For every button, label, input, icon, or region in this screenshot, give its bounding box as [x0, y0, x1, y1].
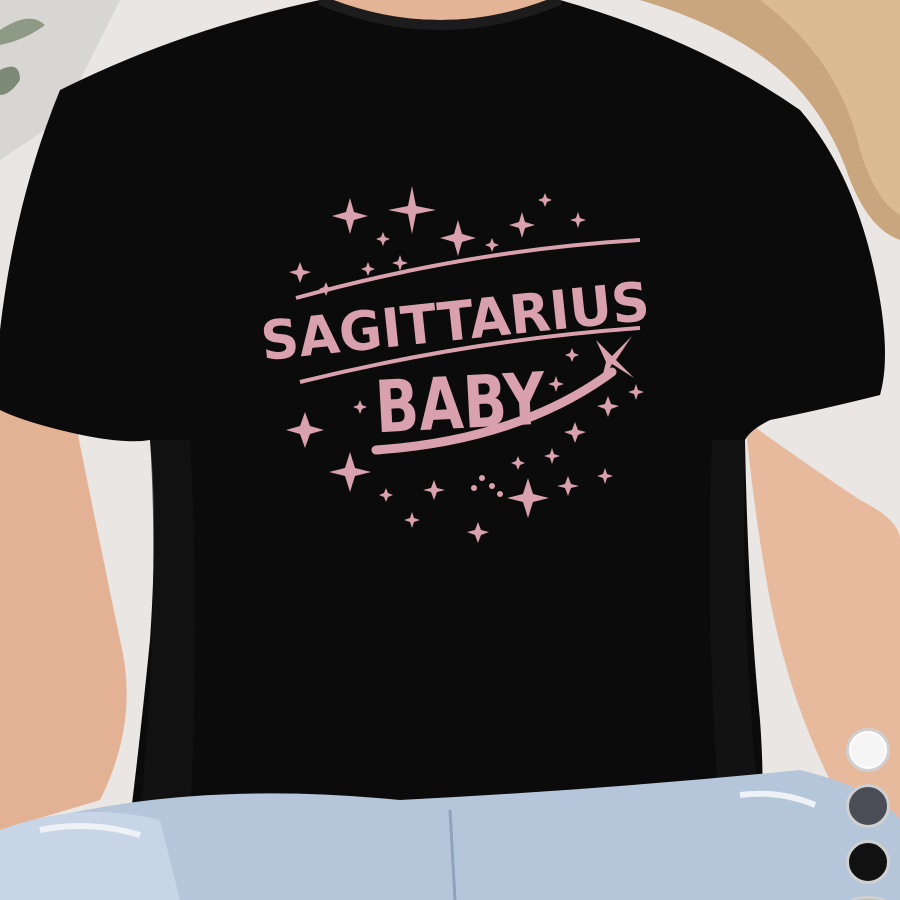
- constellation-dot: [497, 491, 503, 497]
- swatch-white[interactable]: [846, 728, 890, 772]
- constellation-dot: [489, 483, 495, 489]
- color-swatches: [846, 728, 890, 900]
- swatch-black[interactable]: [846, 840, 890, 884]
- product-photo: SAGITTARIUS BABY: [0, 0, 900, 900]
- tshirt-photo: SAGITTARIUS BABY: [0, 0, 900, 900]
- print-line2: BABY: [373, 357, 548, 450]
- constellation-dot: [479, 475, 485, 481]
- swatch-dark-gray[interactable]: [846, 784, 890, 828]
- swatch-beige[interactable]: [846, 896, 890, 900]
- constellation-dot: [471, 485, 477, 491]
